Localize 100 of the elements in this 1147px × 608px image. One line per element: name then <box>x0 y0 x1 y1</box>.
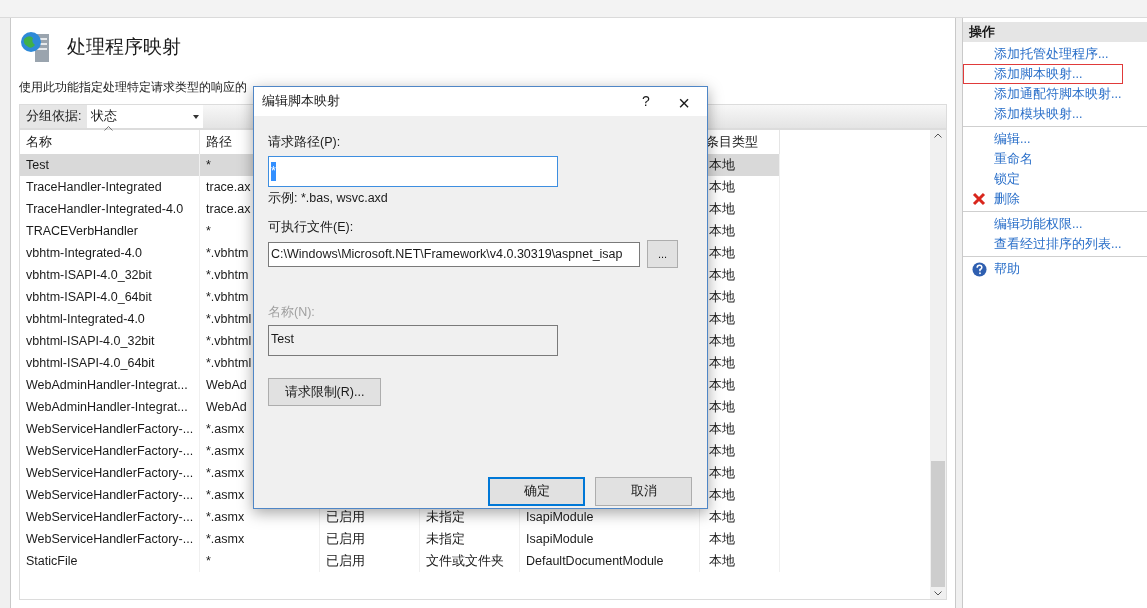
table-cell-text: trace.ax <box>206 200 251 218</box>
action-link[interactable]: 编辑功能权限... <box>994 214 1083 234</box>
page-title: 处理程序映射 <box>67 34 181 59</box>
action-link[interactable]: 添加模块映射... <box>994 104 1083 124</box>
table-cell-text: WebServiceHandlerFactory-... <box>26 442 194 460</box>
table-cell-text: *.vbhtm <box>206 266 249 284</box>
table-cell-text: *.asmx <box>206 508 245 526</box>
table-cell-text: 已启用 <box>326 552 365 570</box>
action-link[interactable]: 帮助 <box>994 259 1020 279</box>
table-cell-text: 本地 <box>709 376 735 394</box>
column-header[interactable]: 条目类型 <box>706 132 758 152</box>
table-cell-text: *.vbhtml <box>206 354 252 372</box>
action-link[interactable]: 锁定 <box>994 169 1020 189</box>
table-cell-text: *.vbhtml <box>206 332 252 350</box>
browse-button[interactable]: ... <box>647 240 678 269</box>
field-label: 请求路径(P): <box>268 134 342 151</box>
table-cell-text: * <box>206 552 211 570</box>
table-cell-text: StaticFile <box>26 552 78 570</box>
table-cell-text: 本地 <box>709 222 735 240</box>
table-cell-text: 本地 <box>709 332 735 350</box>
table-cell-text: WebServiceHandlerFactory-... <box>26 530 194 548</box>
table-cell-text: vbhtml-Integrated-4.0 <box>26 310 145 328</box>
table-cell-text: trace.ax <box>206 178 251 196</box>
field-label: 可执行文件(E): <box>268 218 355 236</box>
table-cell-text: *.asmx <box>206 486 245 504</box>
table-cell-text: 本地 <box>709 266 735 284</box>
action-link[interactable]: 添加托管处理程序... <box>994 44 1109 64</box>
action-link[interactable]: 编辑... <box>994 129 1031 149</box>
table-cell-text: WebAd <box>206 398 247 416</box>
table-cell-text: WebServiceHandlerFactory-... <box>26 486 194 504</box>
dialog-title: 编辑脚本映射 <box>262 93 341 111</box>
table-cell-text: TraceHandler-Integrated <box>26 178 162 196</box>
restrictions-button[interactable]: 请求限制(R)... <box>268 378 381 406</box>
table-cell-text: 未指定 <box>426 508 465 526</box>
scroll-thumb[interactable] <box>931 461 945 587</box>
table-cell-text: 本地 <box>709 398 735 416</box>
table-cell-text: 文件或文件夹 <box>426 552 504 570</box>
table-cell-text: *.vbhtml <box>206 310 252 328</box>
table-cell-text: WebServiceHandlerFactory-... <box>26 420 194 438</box>
table-cell-text: *.asmx <box>206 442 245 460</box>
table-cell-text: TRACEVerbHandler <box>26 222 138 240</box>
table-cell-text: 本地 <box>709 552 735 570</box>
table-cell-text: vbhtml-ISAPI-4.0_32bit <box>26 332 155 350</box>
table-cell-text: WebServiceHandlerFactory-... <box>26 464 194 482</box>
table-cell-text: 已启用 <box>326 530 365 548</box>
table-cell-text: WebServiceHandlerFactory-... <box>26 508 194 526</box>
table-cell-text: WebAd <box>206 376 247 394</box>
table-cell-text: *.asmx <box>206 464 245 482</box>
table-cell-text: 未指定 <box>426 530 465 548</box>
action-link[interactable]: 查看经过排序的列表... <box>994 234 1122 254</box>
table-cell-text: 本地 <box>709 420 735 438</box>
help-icon <box>971 261 987 277</box>
table-cell-text: *.vbhtm <box>206 288 249 306</box>
column-header[interactable]: 名称 <box>26 132 52 152</box>
table-cell-text: Test <box>26 156 49 174</box>
table-cell-text: 本地 <box>709 508 735 526</box>
hint-text: 示例: *.bas, wsvc.axd <box>268 189 389 207</box>
table-cell-text: 已启用 <box>326 508 365 526</box>
action-link[interactable]: 添加通配符脚本映射... <box>994 84 1122 104</box>
cancel-button[interactable]: 取消 <box>595 477 692 506</box>
table-cell-text: *.vbhtm <box>206 244 249 262</box>
ok-button[interactable]: 确定 <box>488 477 585 506</box>
table-cell-text: 本地 <box>709 464 735 482</box>
table-cell-text: *.asmx <box>206 530 245 548</box>
field-label: 名称(N): <box>268 304 316 322</box>
table-cell-text: vbhtm-Integrated-4.0 <box>26 244 143 262</box>
table-cell-text: IsapiModule <box>526 530 594 548</box>
table-cell-text: 本地 <box>709 530 735 548</box>
table-cell-text: 本地 <box>709 200 735 218</box>
table-cell-text: *.asmx <box>206 420 245 438</box>
table-cell-text: 本地 <box>709 310 735 328</box>
close-button[interactable]: × <box>661 87 707 116</box>
scrollbar[interactable] <box>930 130 946 599</box>
table-cell-text: DefaultDocumentModule <box>526 552 664 570</box>
scroll-up-icon[interactable] <box>934 133 942 138</box>
input-field[interactable]: C:\Windows\Microsoft.NET\Framework\v4.0.30319\aspnet_isap <box>268 241 640 267</box>
help-button[interactable]: ? <box>631 87 661 116</box>
table-cell-text: 本地 <box>709 156 735 174</box>
actions-header: 操作 <box>963 22 1147 42</box>
sort-caret-icon <box>104 126 113 131</box>
table-cell-text: WebAdminHandler-Integrat... <box>26 376 188 394</box>
dropdown-caret-icon <box>193 114 200 119</box>
table-cell-text: IsapiModule <box>526 508 594 526</box>
table-cell-text: 本地 <box>709 244 735 262</box>
table-cell-text: 本地 <box>709 178 735 196</box>
table-cell-text: * <box>206 156 211 174</box>
table-cell-text: * <box>206 222 211 240</box>
table-cell-text: 本地 <box>709 354 735 372</box>
action-link[interactable]: 删除 <box>994 189 1020 209</box>
action-link[interactable]: 重命名 <box>994 149 1033 169</box>
group-by-dropdown[interactable]: 状态 <box>87 105 204 128</box>
page-description: 使用此功能指定处理特定请求类型的响应的 <box>19 79 248 96</box>
table-cell-text: TraceHandler-Integrated-4.0 <box>26 200 184 218</box>
table-cell-text: 本地 <box>709 486 735 504</box>
table-cell-text: vbhtm-ISAPI-4.0_32bit <box>26 266 152 284</box>
table-cell-text: 本地 <box>709 288 735 306</box>
table-cell-text: WebAdminHandler-Integrat... <box>26 398 188 416</box>
column-header[interactable]: 路径 <box>206 132 232 152</box>
close-icon <box>972 192 986 206</box>
scroll-down-icon[interactable] <box>934 591 942 596</box>
